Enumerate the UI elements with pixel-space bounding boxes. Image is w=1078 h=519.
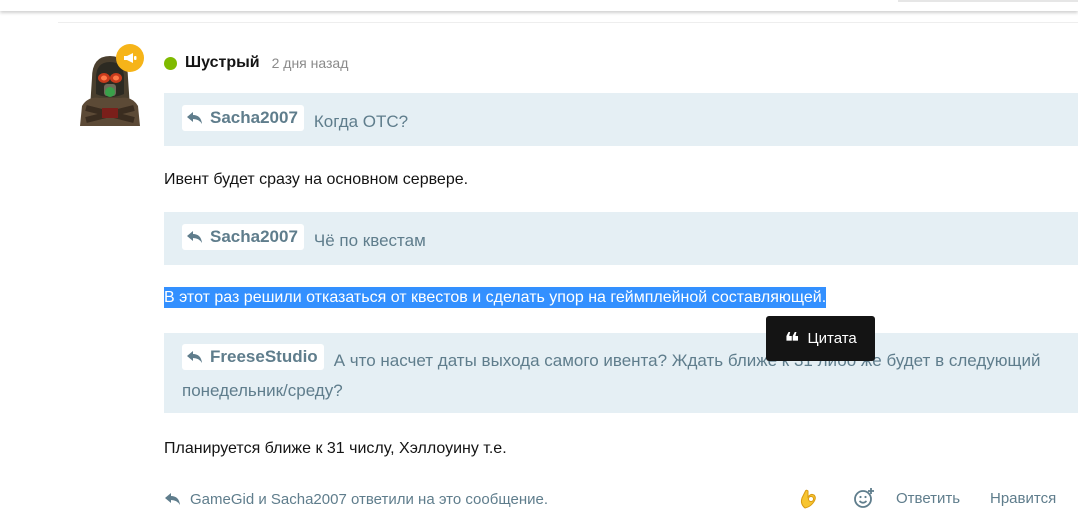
top-bar-edge (898, 0, 1078, 2)
post-header: Шустрый 2 дня назад (164, 52, 348, 74)
reply-arrow-icon (187, 231, 202, 243)
text-selection: В этот раз решили отказаться от квестов … (164, 287, 827, 308)
quote-tooltip-button[interactable]: ❝ Цитата (766, 316, 875, 361)
announcer-badge (116, 44, 144, 72)
replied-info[interactable]: GameGid и Sacha2007 ответили на это сооб… (164, 488, 548, 510)
ok-hand-icon (800, 489, 816, 509)
quote-author-chip[interactable]: FreeseStudio (182, 344, 324, 370)
online-status-icon (164, 56, 177, 70)
reaction-ok-button[interactable] (798, 486, 822, 510)
quote-text: Когда ОТС? (313, 112, 409, 131)
quote-author: Sacha2007 (210, 108, 298, 127)
like-button[interactable]: Нравится (990, 486, 1056, 510)
quote-author-chip[interactable]: Sacha2007 (182, 105, 304, 131)
post-text: Планируется ближе к 31 числу, Хэллоуину … (164, 440, 507, 457)
replied-text: GameGid и Sacha2007 ответили на это сооб… (190, 490, 549, 508)
quote-block: Sacha2007 Когда ОТС? (164, 93, 1078, 146)
quote-block: Sacha2007 Чё по квестам (164, 212, 1078, 265)
quote-icon: ❝ (784, 326, 800, 357)
quote-author: Sacha2007 (210, 227, 298, 246)
reply-arrow-icon (187, 351, 202, 363)
quote-text: Чё по квестам (313, 231, 426, 250)
quote-author: FreeseStudio (210, 347, 318, 366)
post-time[interactable]: 2 дня назад (272, 55, 349, 71)
reply-arrow-icon (187, 112, 202, 124)
post-text: Ивент будет сразу на основном сервере. (164, 171, 469, 188)
megaphone-icon (124, 53, 137, 63)
quote-tooltip-label: Цитата (807, 330, 857, 347)
quote-block: FreeseStudio А что насчет даты выхода са… (164, 333, 1078, 413)
author-name[interactable]: Шустрый (185, 54, 260, 72)
reply-arrow-icon (165, 493, 180, 505)
quote-author-chip[interactable]: Sacha2007 (182, 224, 304, 250)
reply-button[interactable]: Ответить (896, 486, 960, 510)
add-reaction-button[interactable] (852, 486, 876, 510)
add-emoji-icon (854, 488, 874, 508)
post-text-selected: В этот раз решили отказаться от квестов … (164, 287, 827, 308)
